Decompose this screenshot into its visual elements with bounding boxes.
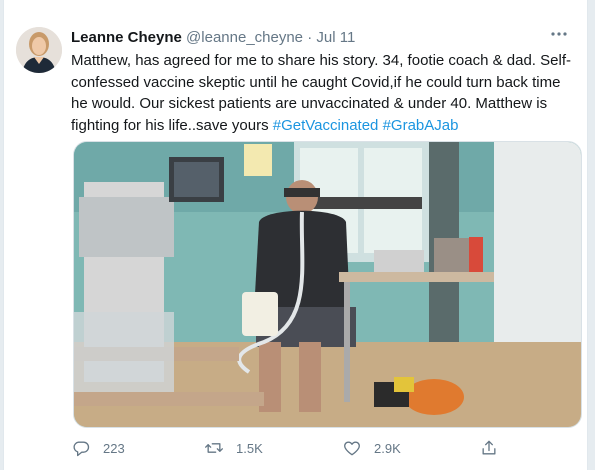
tweet-card[interactable]: Leanne Cheyne @leanne_cheyne · Jul 11 Ma… xyxy=(3,0,588,470)
separator: · xyxy=(307,29,313,46)
tweet-text: Matthew, has agreed for me to share his … xyxy=(71,50,576,136)
reply-icon xyxy=(73,441,90,457)
author-handle[interactable]: @leanne_cheyne xyxy=(186,29,303,46)
hospital-room-photo xyxy=(74,142,581,427)
action-bar: 223 1.5K 2.9K xyxy=(71,435,571,461)
share-button[interactable] xyxy=(479,435,499,461)
reply-count: 223 xyxy=(103,440,125,456)
hashtag-getvaccinated[interactable]: #GetVaccinated xyxy=(273,117,379,134)
more-icon[interactable] xyxy=(549,24,569,49)
author-name[interactable]: Leanne Cheyne xyxy=(71,29,182,46)
like-icon xyxy=(344,441,360,456)
tweet-header: Leanne Cheyne @leanne_cheyne · Jul 11 xyxy=(71,29,557,46)
retweet-count: 1.5K xyxy=(236,440,263,456)
retweet-button[interactable]: 1.5K xyxy=(204,435,263,461)
avatar-image xyxy=(16,27,62,73)
like-count: 2.9K xyxy=(374,440,401,456)
share-icon xyxy=(482,440,496,455)
like-button[interactable]: 2.9K xyxy=(342,435,401,461)
retweet-icon xyxy=(205,443,223,453)
tweet-date[interactable]: Jul 11 xyxy=(316,29,355,46)
hashtag-grabajab[interactable]: #GrabAJab xyxy=(383,117,459,134)
avatar[interactable] xyxy=(16,27,62,73)
reply-button[interactable]: 223 xyxy=(71,435,125,461)
tweet-photo[interactable] xyxy=(73,141,582,428)
